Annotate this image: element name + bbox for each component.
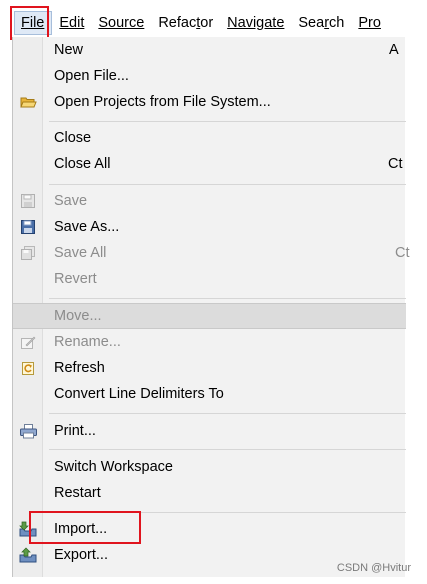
menu-separator — [49, 413, 406, 414]
menu-item-close-all[interactable]: Close All Ct — [13, 151, 406, 177]
menu-item-save: Save — [13, 188, 406, 214]
menu-item-switch-workspace[interactable]: Switch Workspace — [13, 454, 406, 480]
folder-open-icon — [19, 93, 37, 111]
menu-item-convert-line-delimiters[interactable]: Convert Line Delimiters To — [13, 381, 406, 407]
print-icon — [19, 422, 37, 440]
menu-source[interactable]: Source — [91, 8, 151, 37]
menu-file[interactable]: File — [14, 10, 53, 35]
menu-item-close[interactable]: Close — [13, 125, 406, 151]
watermark: CSDN @Hvitur — [336, 562, 411, 574]
menu-item-revert: Revert — [54, 271, 97, 287]
menu-item-new[interactable]: New A — [13, 37, 406, 63]
save-all-icon — [19, 244, 37, 262]
menu-bar: File Edit Source Refactor Navigate Searc… — [12, 8, 405, 38]
menu-item-save-as[interactable]: Save As... — [13, 214, 406, 240]
menu-item-refresh[interactable]: Refresh — [13, 355, 406, 381]
menu-navigate[interactable]: Navigate — [220, 8, 291, 37]
menu-item-open-file[interactable]: Open File... — [13, 63, 406, 89]
save-as-icon — [19, 218, 37, 236]
menu-refactor[interactable]: Refactor — [151, 8, 220, 37]
menu-project[interactable]: Pro — [351, 8, 388, 37]
menu-item-print[interactable]: Print... — [13, 418, 406, 444]
save-icon — [19, 192, 37, 210]
import-icon — [19, 520, 37, 538]
menu-edit[interactable]: Edit — [52, 8, 91, 37]
file-menu-dropdown: New A Open File... Open Projects from Fi… — [12, 37, 410, 577]
menu-search[interactable]: Search — [291, 8, 351, 37]
menu-separator — [49, 512, 406, 513]
rename-icon — [19, 333, 37, 351]
menu-separator — [49, 449, 406, 450]
menu-item-save-all: Save All Ct — [13, 240, 410, 266]
menu-separator — [49, 184, 406, 185]
menu-separator — [49, 298, 406, 299]
menu-item-import[interactable]: Import... — [13, 516, 406, 542]
menu-item-restart[interactable]: Restart — [13, 480, 406, 506]
menu-item-open-projects[interactable]: Open Projects from File System... — [13, 89, 406, 115]
export-icon — [19, 546, 37, 564]
menu-item-move: Move... — [13, 303, 406, 329]
refresh-icon — [19, 359, 37, 377]
menu-item-rename: Rename... — [13, 329, 406, 355]
menu-separator — [49, 121, 406, 122]
